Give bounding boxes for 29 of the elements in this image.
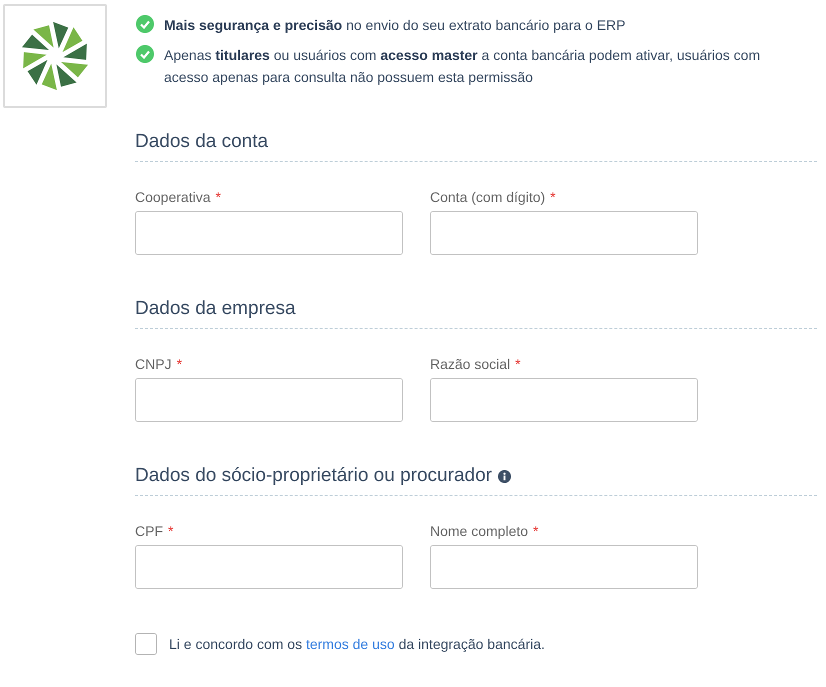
- terms-link[interactable]: termos de uso: [306, 636, 395, 652]
- section-title: Dados do sócio-proprietário ou procurador: [135, 465, 492, 487]
- required-mark: *: [550, 189, 556, 205]
- input-field[interactable]: [430, 211, 698, 255]
- section-title: Dados da conta: [135, 131, 268, 153]
- required-mark: *: [176, 356, 182, 372]
- benefit-text: Mais segurança e precisão no envio do seu extrato bancário para o ERP: [164, 16, 626, 35]
- field-label: Cooperativa: [135, 189, 210, 205]
- input-field[interactable]: [430, 545, 698, 589]
- benefit-text: Apenas titulares ou usuários com acesso master a conta bancária podem ativar, usuários com acesso apenas para consulta não possuem esta permissão: [164, 46, 762, 87]
- checkbox[interactable]: [135, 633, 157, 655]
- field-label: Razão social: [430, 356, 510, 372]
- input-field[interactable]: [135, 211, 403, 255]
- required-mark: *: [533, 523, 538, 539]
- agreement-text: Li e concordo com os termos de uso da integração bancária.: [169, 636, 545, 652]
- check-icon: [136, 15, 154, 33]
- required-mark: *: [216, 189, 221, 205]
- field-label: CNPJ: [135, 356, 172, 372]
- field-label: Conta (com dígito): [430, 189, 546, 205]
- section-title: Dados da empresa: [135, 298, 296, 320]
- required-mark: *: [168, 523, 174, 539]
- field-label: CPF: [135, 523, 163, 539]
- info-icon[interactable]: [498, 470, 511, 482]
- check-icon: [136, 45, 154, 63]
- input-field[interactable]: [135, 378, 403, 422]
- field-label: Nome completo: [430, 523, 528, 539]
- input-field[interactable]: [430, 378, 698, 422]
- required-mark: *: [515, 356, 521, 372]
- input-field[interactable]: [135, 545, 403, 589]
